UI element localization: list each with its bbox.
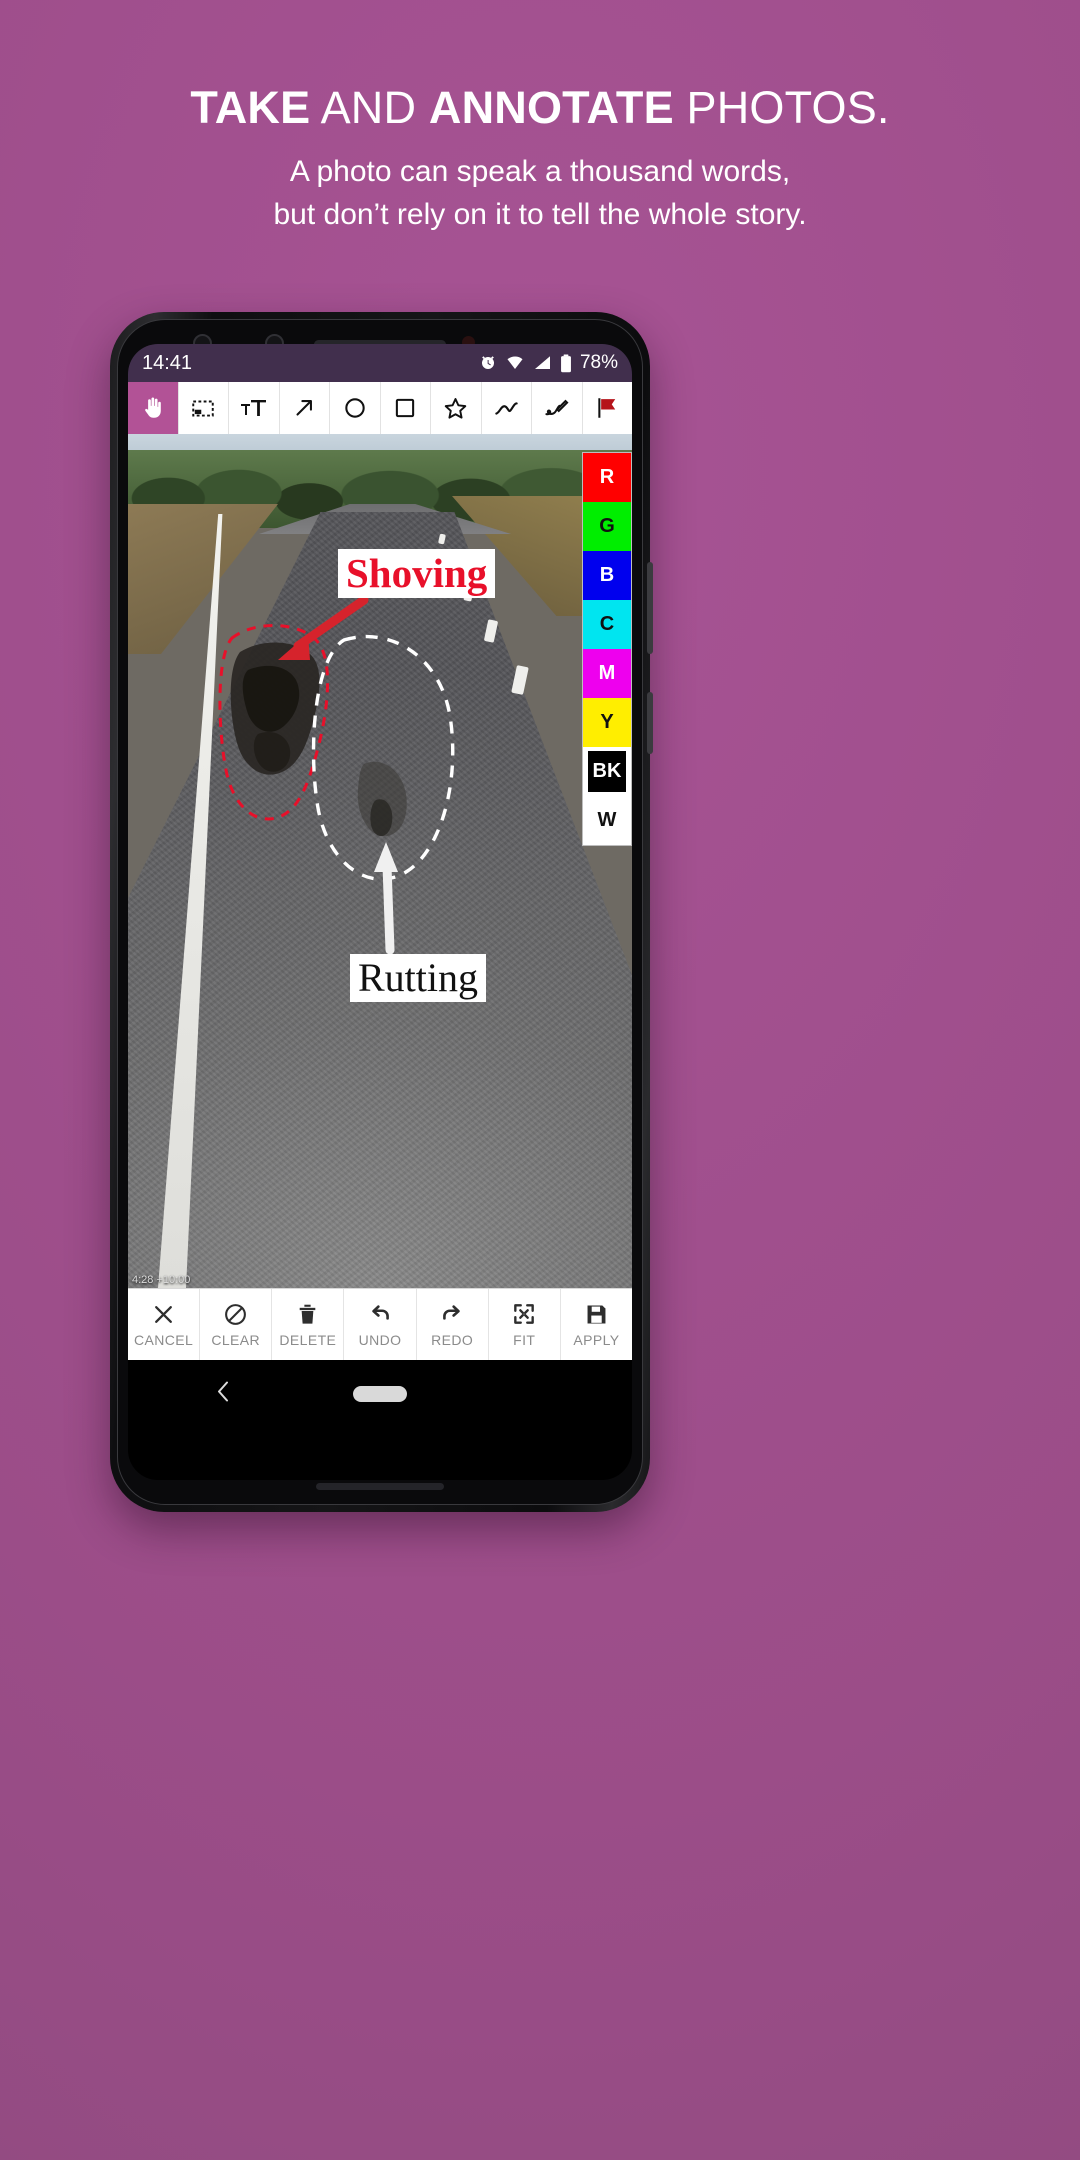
page-subtitle: A photo can speak a thousand words, but … xyxy=(0,150,1080,236)
back-button[interactable] xyxy=(214,1379,234,1410)
color-swatch-yellow[interactable]: Y xyxy=(583,698,631,747)
color-swatch-magenta[interactable]: M xyxy=(583,649,631,698)
phone-mockup: 14:41 78% Shoving Rutting 4:28 +10:00 R … xyxy=(110,312,653,1512)
text-tool-button[interactable] xyxy=(229,382,280,434)
delete-button-label: DELETE xyxy=(279,1331,337,1348)
save-icon xyxy=(584,1302,609,1327)
color-swatch-label: R xyxy=(599,466,615,488)
fit-button-label: FIT xyxy=(513,1332,536,1348)
undo-button-label: UNDO xyxy=(358,1332,402,1348)
phone-screen: 14:41 78% Shoving Rutting 4:28 +10:00 R … xyxy=(128,344,632,1480)
fit-button[interactable]: FIT xyxy=(489,1289,561,1360)
flag-tool-button[interactable] xyxy=(582,382,632,434)
headline-suffix: PHOTOS. xyxy=(673,82,890,133)
status-bar-icons: 78% xyxy=(479,352,618,374)
wifi-icon xyxy=(505,354,525,372)
color-swatch-white[interactable]: W xyxy=(583,796,631,845)
arrow-tool-button[interactable] xyxy=(279,382,330,434)
undo-icon xyxy=(367,1301,393,1327)
undo-button[interactable]: UNDO xyxy=(344,1289,417,1360)
annotation-toolbar xyxy=(128,382,632,434)
alarm-icon xyxy=(479,354,497,372)
delete-button[interactable]: DELETE xyxy=(272,1289,345,1360)
subtitle-line-2: but don’t rely on it to tell the whole s… xyxy=(273,198,807,231)
photo-canvas[interactable]: Shoving Rutting 4:28 +10:00 R G B C M Y … xyxy=(128,434,632,1288)
freehand-tool-button[interactable] xyxy=(532,382,583,434)
crop-tool-button[interactable] xyxy=(178,382,229,434)
annotation-label-shoving[interactable]: Shoving xyxy=(338,549,496,598)
battery-icon xyxy=(560,353,572,373)
color-swatch-black[interactable]: BK xyxy=(583,747,631,796)
no-entry-icon xyxy=(223,1302,248,1327)
home-pill-button[interactable] xyxy=(353,1386,407,1402)
cancel-button[interactable]: CANCEL xyxy=(128,1289,201,1360)
android-navigation-bar xyxy=(128,1360,632,1428)
color-swatch-label: G xyxy=(599,515,615,537)
redo-button-label: REDO xyxy=(431,1332,474,1348)
annotation-polygon-shoving[interactable] xyxy=(218,624,330,821)
signal-icon xyxy=(533,354,552,372)
page-title: TAKE AND ANNOTATE PHOTOS. xyxy=(0,82,1080,134)
apply-button-label: APPLY xyxy=(573,1331,620,1348)
cancel-button-label: CANCEL xyxy=(133,1331,194,1348)
clear-button[interactable]: CLEAR xyxy=(200,1289,273,1360)
annotation-arrow-rutting[interactable] xyxy=(374,842,398,955)
editor-action-bar: CANCEL CLEAR DELETE UNDO REDO FIT APPLY xyxy=(128,1288,632,1360)
rectangle-tool-button[interactable] xyxy=(380,382,431,434)
apply-button[interactable]: APPLY xyxy=(561,1289,632,1360)
headline-conjunction: AND xyxy=(310,82,429,133)
fit-screen-icon xyxy=(511,1301,537,1327)
bottom-speaker-icon xyxy=(316,1483,444,1490)
color-swatch-label: B xyxy=(599,564,615,586)
subtitle-line-1: A photo can speak a thousand words, xyxy=(289,155,791,188)
color-palette: R G B C M Y BK W xyxy=(582,452,632,846)
annotation-polygon-rutting[interactable] xyxy=(311,634,455,881)
headline-emphasis-annotate: ANNOTATE xyxy=(428,82,674,133)
pan-tool-button[interactable] xyxy=(128,382,179,434)
annotation-label-rutting[interactable]: Rutting xyxy=(350,954,487,1002)
redo-button[interactable]: REDO xyxy=(417,1289,489,1360)
clear-button-label: CLEAR xyxy=(211,1331,261,1348)
headline-emphasis-take: TAKE xyxy=(190,82,311,133)
status-bar-clock: 14:41 xyxy=(142,351,193,374)
ellipse-tool-button[interactable] xyxy=(330,382,381,434)
polyline-tool-button[interactable] xyxy=(481,382,532,434)
star-tool-button[interactable] xyxy=(431,382,482,434)
color-swatch-blue[interactable]: B xyxy=(583,551,631,600)
color-swatch-label: Y xyxy=(600,711,614,733)
battery-percent-label: 78% xyxy=(579,352,618,373)
photo-timestamp: 4:28 +10:00 xyxy=(132,1274,191,1286)
color-swatch-label: BK xyxy=(588,751,626,792)
close-icon xyxy=(151,1302,176,1327)
annotation-arrow-shoving[interactable] xyxy=(278,595,369,660)
volume-button[interactable] xyxy=(647,692,653,754)
color-swatch-cyan[interactable]: C xyxy=(583,600,631,649)
color-swatch-label: M xyxy=(598,662,616,684)
trash-icon xyxy=(295,1302,320,1327)
color-swatch-label: C xyxy=(599,613,615,635)
status-bar: 14:41 78% xyxy=(128,344,632,382)
color-swatch-red[interactable]: R xyxy=(583,453,631,502)
redo-icon xyxy=(439,1301,465,1327)
power-button[interactable] xyxy=(647,562,653,654)
color-swatch-green[interactable]: G xyxy=(583,502,631,551)
color-swatch-label: W xyxy=(597,809,617,831)
